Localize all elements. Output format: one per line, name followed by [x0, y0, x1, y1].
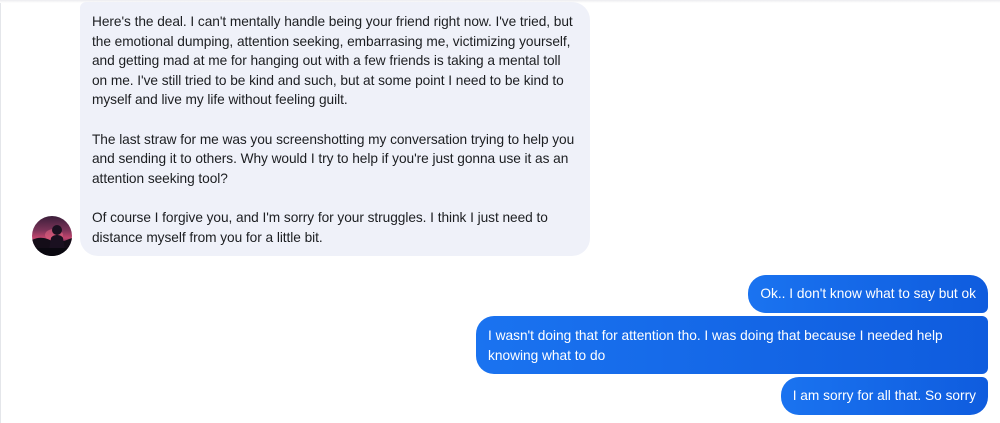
incoming-message-paragraph: Here's the deal. I can't mentally handle… [92, 14, 573, 108]
avatar-image [32, 216, 72, 256]
outgoing-message-bubble[interactable]: I am sorry for all that. So sorry [780, 377, 988, 415]
incoming-message-paragraph: Of course I forgive you, and I'm sorry f… [92, 209, 548, 245]
incoming-message-bubble[interactable]: Here's the deal. I can't mentally handle… [80, 2, 590, 256]
outgoing-message-bubble[interactable]: Ok.. I don't know what to say but ok [748, 275, 988, 313]
contact-avatar[interactable] [32, 216, 72, 256]
incoming-message-paragraph: The last straw for me was you screenshot… [92, 131, 575, 186]
outgoing-message-bubble[interactable]: I wasn't doing that for attention tho. I… [476, 316, 988, 374]
panel-left-border [0, 0, 1, 423]
